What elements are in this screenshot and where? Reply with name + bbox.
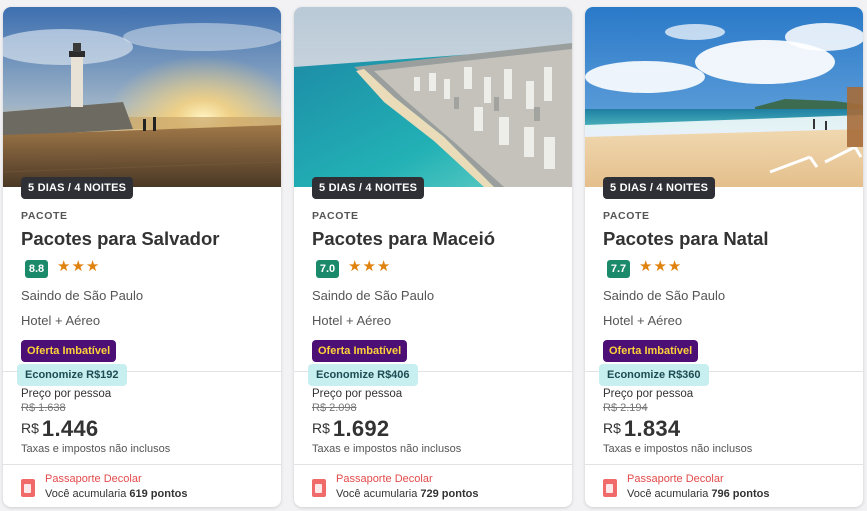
package-kind-text: Hotel + Aéreo — [312, 313, 392, 328]
price-per-person-label: Preço por pessoa — [603, 388, 694, 400]
savings-badge: Economize R$192 — [17, 364, 127, 386]
rating-score-badge: 7.0 — [316, 260, 339, 278]
rating-score-badge: 7.7 — [607, 260, 630, 278]
duration-badge: 5 DIAS / 4 NOITES — [603, 177, 716, 199]
offer-badge: Oferta Imbatível — [312, 340, 408, 362]
package-title[interactable]: Pacotes para Salvador — [21, 228, 219, 250]
passport-icon — [312, 479, 326, 497]
price-per-person-label: Preço por pessoa — [312, 388, 403, 400]
taxes-note: Taxas e impostos não inclusos — [603, 443, 753, 455]
package-card-list: 5 DIAS / 4 NOITES PACOTE Pacotes para Sa… — [0, 0, 867, 511]
divider — [3, 464, 281, 465]
origin-text: Saindo de São Paulo — [21, 288, 144, 303]
price-value: 1.692 — [332, 416, 390, 441]
savings-badge: Economize R$360 — [599, 364, 709, 386]
package-card-salvador[interactable]: 5 DIAS / 4 NOITES PACOTE Pacotes para Sa… — [3, 7, 281, 507]
price-value: 1.446 — [41, 416, 99, 441]
taxes-note: Taxas e impostos não inclusos — [21, 443, 171, 455]
loyalty-program-name: Passaporte Decolar — [627, 473, 724, 485]
price: R$ 1.692 — [312, 416, 389, 442]
hotel-stars: ★★★ — [639, 258, 683, 275]
passport-icon — [603, 479, 617, 497]
package-card-natal[interactable]: 5 DIAS / 4 NOITES PACOTE Pacotes para Na… — [585, 7, 863, 507]
price-value: 1.834 — [623, 416, 681, 441]
duration-badge: 5 DIAS / 4 NOITES — [312, 177, 425, 199]
price-per-person-label: Preço por pessoa — [21, 388, 112, 400]
package-title[interactable]: Pacotes para Maceió — [312, 228, 495, 250]
product-type-label: PACOTE — [21, 210, 68, 222]
origin-text: Saindo de São Paulo — [603, 288, 726, 303]
package-kind-text: Hotel + Aéreo — [21, 313, 101, 328]
loyalty-points-text: Você acumularia 729 pontos — [336, 488, 478, 500]
package-photo[interactable] — [585, 7, 863, 187]
points-prefix: Você acumularia — [627, 488, 709, 500]
rating-score-badge: 8.8 — [25, 260, 48, 278]
loyalty-points-text: Você acumularia 796 pontos — [627, 488, 769, 500]
origin-text: Saindo de São Paulo — [312, 288, 435, 303]
offer-badge: Oferta Imbatível — [21, 340, 117, 362]
points-prefix: Você acumularia — [45, 488, 127, 500]
price-currency: R$ — [603, 420, 621, 436]
taxes-note: Taxas e impostos não inclusos — [312, 443, 462, 455]
savings-badge: Economize R$406 — [308, 364, 418, 386]
old-price: R$ 1.638 — [21, 402, 66, 414]
hotel-stars: ★★★ — [348, 258, 392, 275]
salvador-photo-image — [3, 7, 281, 187]
package-title[interactable]: Pacotes para Natal — [603, 228, 769, 250]
old-price: R$ 2.194 — [603, 402, 648, 414]
package-kind-text: Hotel + Aéreo — [603, 313, 683, 328]
product-type-label: PACOTE — [603, 210, 650, 222]
offer-badge: Oferta Imbatível — [603, 340, 699, 362]
points-value: 729 pontos — [420, 488, 479, 500]
package-photo[interactable] — [3, 7, 281, 187]
points-value: 619 pontos — [129, 488, 188, 500]
natal-photo-image — [585, 7, 863, 187]
price: R$ 1.446 — [21, 416, 98, 442]
loyalty-program-name: Passaporte Decolar — [336, 473, 433, 485]
passport-icon — [21, 479, 35, 497]
package-card-maceio[interactable]: 5 DIAS / 4 NOITES PACOTE Pacotes para Ma… — [294, 7, 572, 507]
hotel-stars: ★★★ — [57, 258, 101, 275]
points-value: 796 pontos — [711, 488, 770, 500]
loyalty-points-text: Você acumularia 619 pontos — [45, 488, 187, 500]
duration-badge: 5 DIAS / 4 NOITES — [21, 177, 134, 199]
divider — [294, 464, 572, 465]
price-currency: R$ — [21, 420, 39, 436]
product-type-label: PACOTE — [312, 210, 359, 222]
divider — [585, 464, 863, 465]
old-price: R$ 2.098 — [312, 402, 357, 414]
maceio-photo-image — [294, 7, 572, 187]
price: R$ 1.834 — [603, 416, 680, 442]
loyalty-program-name: Passaporte Decolar — [45, 473, 142, 485]
points-prefix: Você acumularia — [336, 488, 418, 500]
package-photo[interactable] — [294, 7, 572, 187]
price-currency: R$ — [312, 420, 330, 436]
